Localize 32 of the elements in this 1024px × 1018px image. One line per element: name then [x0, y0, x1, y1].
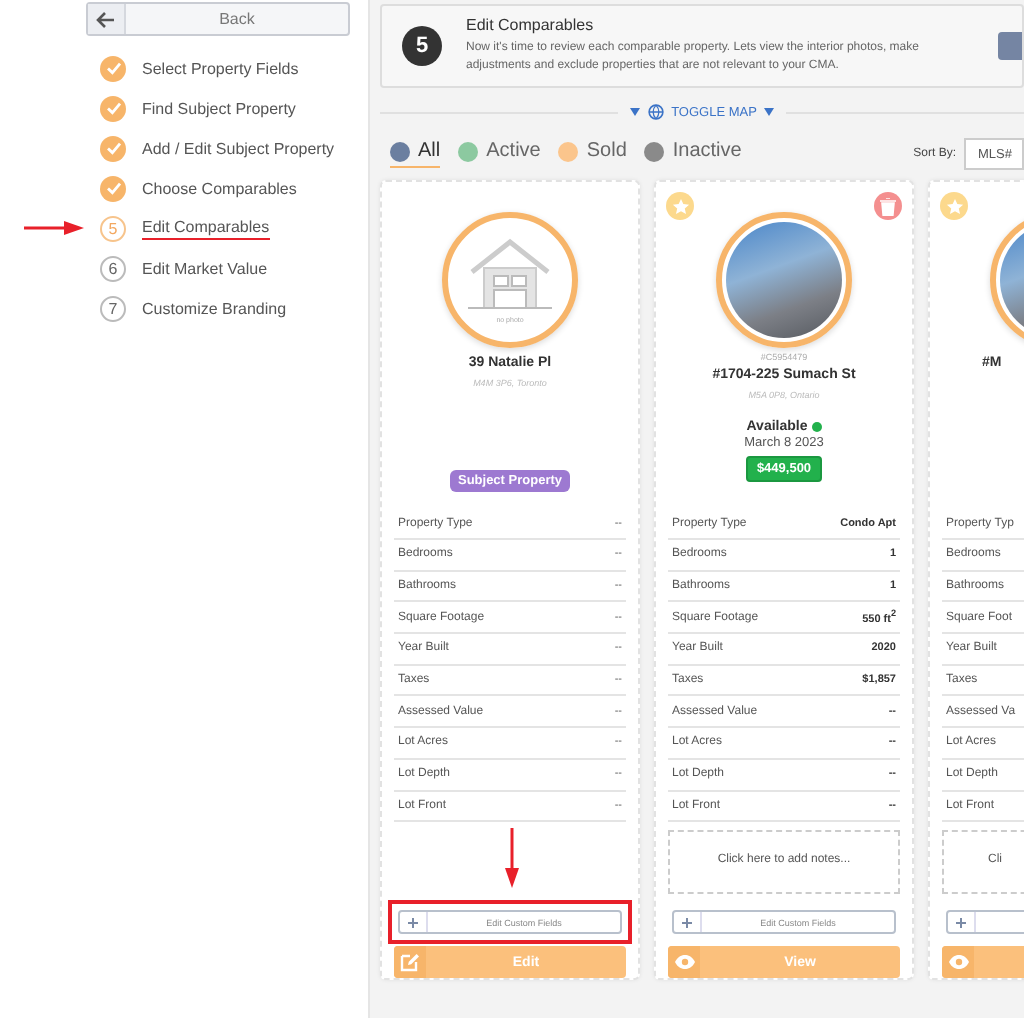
step-link[interactable]: Edit Market Value — [142, 259, 268, 277]
step-link[interactable]: Select Property Fields — [142, 59, 299, 77]
step-number: 5 — [402, 26, 442, 66]
plus-icon — [956, 917, 966, 928]
step-number: 5 — [100, 215, 126, 241]
eye-icon — [947, 954, 969, 971]
trash-icon[interactable] — [874, 192, 902, 220]
annotation-arrow — [504, 828, 520, 889]
plus-icon — [408, 917, 418, 928]
plus-icon — [682, 917, 692, 928]
caret-icon — [764, 108, 775, 116]
step-number: 7 — [100, 295, 126, 321]
step-title: Edit Comparables — [466, 16, 596, 34]
status-filter[interactable]: Active — [458, 140, 541, 168]
step-number: 6 — [100, 255, 126, 281]
step-link[interactable]: Add / Edit Subject Property — [142, 139, 335, 157]
step-link[interactable]: Customize Branding — [142, 299, 287, 317]
header-button[interactable] — [998, 32, 1022, 60]
globe-icon — [647, 104, 664, 120]
eye-icon — [673, 954, 695, 971]
step-link[interactable]: Edit Comparables — [142, 217, 270, 239]
edit-icon — [400, 952, 420, 973]
back-arrow-icon — [96, 9, 116, 29]
status-filter[interactable]: All — [390, 140, 441, 168]
step-link[interactable]: Choose Comparables — [142, 179, 297, 197]
step-link[interactable]: Find Subject Property — [142, 99, 296, 117]
annotation-arrow — [24, 220, 84, 236]
back-button[interactable]: Back — [86, 2, 350, 36]
caret-icon — [629, 108, 640, 116]
status-filter[interactable]: Sold — [558, 140, 627, 168]
photo-placeholder — [726, 222, 842, 338]
status-filter[interactable]: Inactive — [644, 140, 742, 168]
